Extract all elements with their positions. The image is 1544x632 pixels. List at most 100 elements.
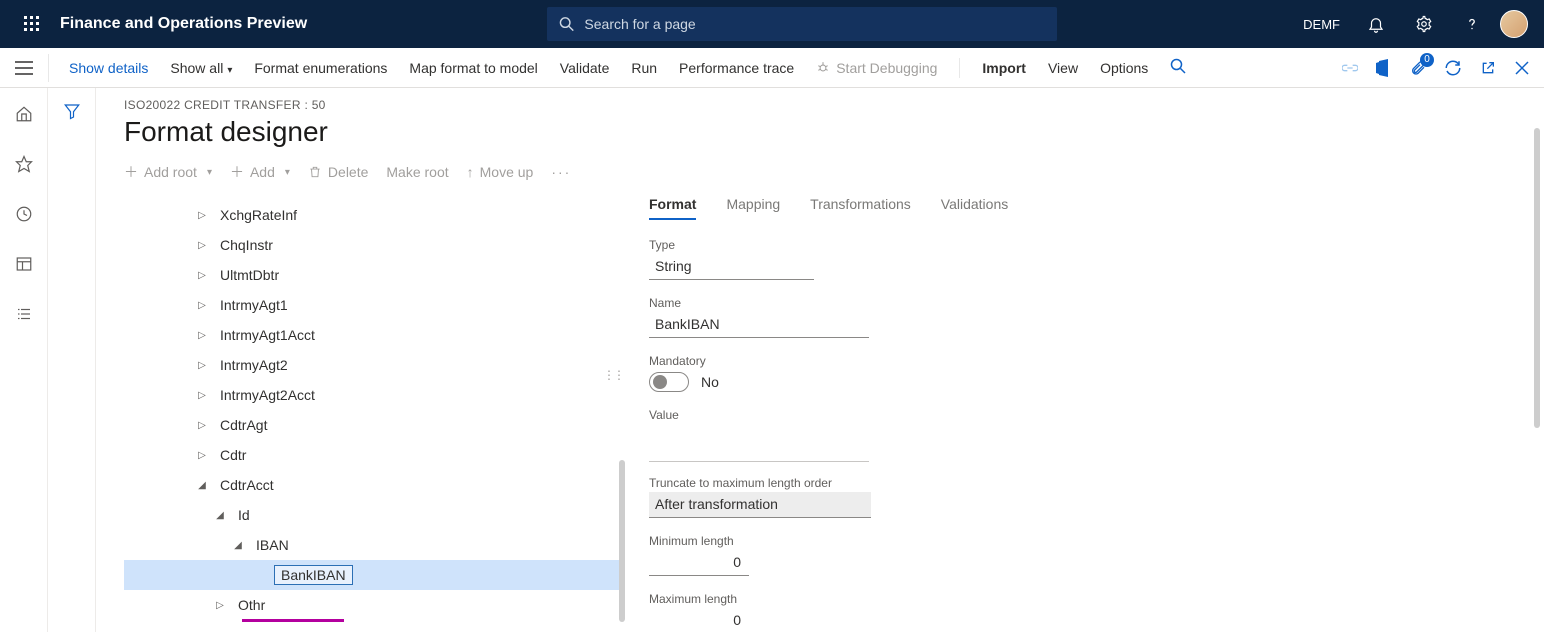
cmd-link-icon[interactable] [1342, 62, 1358, 74]
cmd-options[interactable]: Options [1100, 60, 1148, 76]
tab-transformations[interactable]: Transformations [810, 196, 911, 220]
tree-node[interactable]: ◢CdtrAcct [124, 470, 619, 500]
max-length-input[interactable]: 0 [649, 608, 749, 632]
tree-node-label: IntrmyAgt2 [220, 357, 288, 373]
name-input[interactable]: BankIBAN [649, 312, 869, 338]
cmd-import[interactable]: Import [982, 60, 1026, 76]
hamburger-icon[interactable] [0, 48, 48, 88]
btn-delete[interactable]: Delete [308, 164, 368, 180]
chevron-down-icon: ▾ [207, 167, 212, 178]
cmd-format-enum[interactable]: Format enumerations [254, 60, 387, 76]
help-icon[interactable] [1452, 0, 1492, 48]
gear-icon[interactable] [1404, 0, 1444, 48]
tree-node-label: IntrmyAgt2Acct [220, 387, 315, 403]
prop-tabs: Format Mapping Transformations Validatio… [649, 196, 1516, 220]
tree-node[interactable]: ◢Id [124, 500, 619, 530]
expander-open-icon[interactable]: ◢ [232, 540, 244, 551]
plus-icon: ＋ [124, 162, 138, 182]
cmd-validate[interactable]: Validate [560, 60, 610, 76]
tab-mapping[interactable]: Mapping [726, 196, 780, 220]
cmd-refresh-icon[interactable] [1444, 59, 1462, 77]
expander-closed-icon[interactable]: ▷ [196, 270, 208, 281]
plus-icon: ＋ [230, 162, 244, 182]
cmd-attachment-icon[interactable]: 0 [1410, 59, 1426, 77]
tree-node[interactable]: ▷IntrmyAgt1Acct [124, 320, 619, 350]
tree-node[interactable]: ▷ IntrmyAgt2 [124, 350, 619, 380]
tree-node[interactable]: BankIBAN [124, 560, 619, 590]
avatar[interactable] [1500, 10, 1528, 38]
global-header: Finance and Operations Preview DEMF [0, 0, 1544, 48]
tree-node-label: IntrmyAgt1 [220, 297, 288, 313]
expander-closed-icon[interactable]: ▷ [196, 210, 208, 221]
waffle-icon[interactable] [8, 0, 56, 48]
tree-node[interactable]: ▷ CdtrAgt [124, 410, 619, 440]
cmd-perf-trace[interactable]: Performance trace [679, 60, 794, 76]
min-length-input[interactable]: 0 [649, 550, 749, 576]
cmd-map-format[interactable]: Map format to model [409, 60, 537, 76]
tree-node-label: CdtrAgt [220, 417, 267, 433]
rail-workspaces-icon[interactable] [10, 250, 38, 278]
rail-recent-icon[interactable] [10, 200, 38, 228]
bell-icon[interactable] [1356, 0, 1396, 48]
tree-node[interactable]: ▷UltmtDbtr [124, 260, 619, 290]
tab-validations[interactable]: Validations [941, 196, 1008, 220]
tree-node[interactable]: ▷ ChqInstr [124, 230, 619, 260]
btn-make-root[interactable]: Make root [386, 164, 448, 180]
filter-icon[interactable] [63, 102, 81, 632]
expander-open-icon[interactable]: ◢ [196, 480, 208, 491]
btn-more[interactable]: ··· [551, 164, 571, 180]
company-indicator[interactable]: DEMF [1295, 17, 1348, 32]
cmd-start-debug[interactable]: Start Debugging [816, 60, 937, 76]
cmd-popout-icon[interactable] [1480, 60, 1496, 76]
mandatory-value: No [701, 374, 719, 390]
app-title: Finance and Operations Preview [60, 15, 307, 33]
expander-closed-icon[interactable]: ▷ [196, 300, 208, 311]
tree-node[interactable]: ▷ IntrmyAgt1 [124, 290, 619, 320]
expander-closed-icon[interactable]: ▷ [196, 420, 208, 431]
cmd-close-icon[interactable] [1514, 60, 1530, 76]
cmd-view[interactable]: View [1048, 60, 1078, 76]
properties-pane: ⋮⋮ Format Mapping Transformations Valida… [619, 190, 1516, 632]
splitter-grip[interactable]: ⋮⋮ [603, 368, 623, 382]
selection-underline [242, 619, 344, 622]
mandatory-toggle[interactable] [649, 372, 689, 392]
tree-node-label: ChqInstr [220, 237, 273, 253]
cmd-show-all[interactable]: Show all▾ [170, 60, 232, 76]
tree-node[interactable]: ▷Cdtr [124, 440, 619, 470]
cmd-search-icon[interactable] [1170, 58, 1186, 77]
expander-closed-icon[interactable]: ▷ [196, 330, 208, 341]
tree-node[interactable]: ▷ IntrmyAgt2Acct [124, 380, 619, 410]
expander-open-icon[interactable]: ◢ [214, 510, 226, 521]
content-scrollbar[interactable] [1534, 128, 1540, 428]
btn-add[interactable]: ＋Add▾ [230, 162, 290, 182]
tree-node[interactable]: ◢IBAN [124, 530, 619, 560]
field-max-length: Maximum length 0 [649, 592, 749, 632]
expander-closed-icon[interactable]: ▷ [196, 450, 208, 461]
value-input[interactable] [649, 438, 869, 462]
rail-home-icon[interactable] [10, 100, 38, 128]
field-type: Type String [649, 238, 814, 280]
tree-node[interactable]: ▷Othr [124, 590, 619, 620]
cmd-run[interactable]: Run [631, 60, 657, 76]
cmd-office-icon[interactable] [1376, 59, 1392, 77]
tab-format[interactable]: Format [649, 196, 696, 220]
search-input[interactable] [582, 15, 1045, 33]
btn-add-root[interactable]: ＋Add root▾ [124, 162, 212, 182]
field-name: Name BankIBAN [649, 296, 869, 338]
expander-closed-icon[interactable]: ▷ [196, 360, 208, 371]
expander-closed-icon[interactable]: ▷ [196, 240, 208, 251]
chevron-down-icon: ▾ [285, 167, 290, 178]
type-input[interactable]: String [649, 254, 814, 280]
expander-closed-icon[interactable]: ▷ [196, 390, 208, 401]
rail-modules-icon[interactable] [10, 300, 38, 328]
truncate-select[interactable]: After transformation [649, 492, 871, 518]
cmd-show-details[interactable]: Show details [69, 60, 148, 76]
attachment-badge: 0 [1420, 53, 1434, 67]
expander-closed-icon[interactable]: ▷ [214, 600, 226, 611]
tree-node-label: BankIBAN [274, 565, 353, 585]
btn-move-up[interactable]: ↑Move up [467, 164, 534, 180]
field-truncate: Truncate to maximum length order After t… [649, 476, 871, 518]
global-search[interactable] [547, 7, 1057, 41]
tree-node[interactable]: ▷XchgRateInf [124, 200, 619, 230]
rail-star-icon[interactable] [10, 150, 38, 178]
